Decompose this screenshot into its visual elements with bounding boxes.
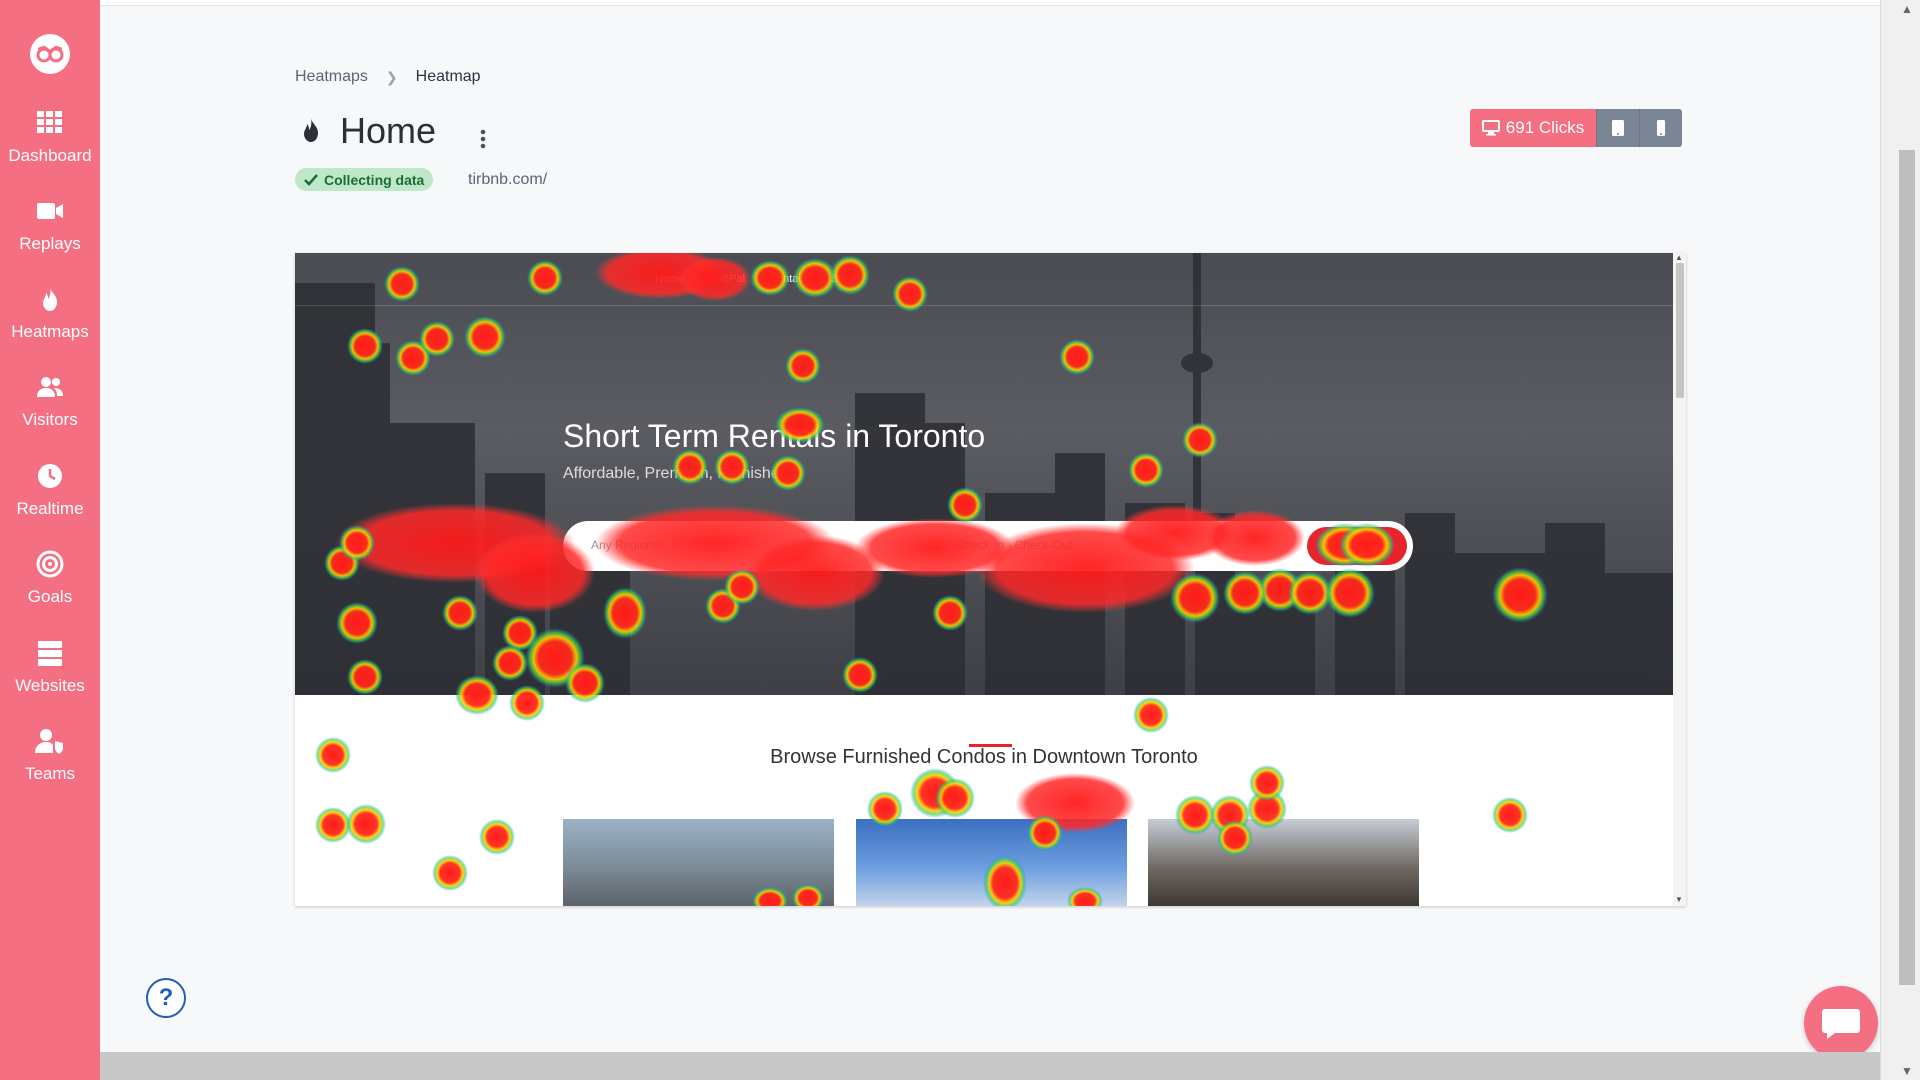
- sidebar-item-websites[interactable]: Websites: [0, 638, 100, 718]
- breadcrumb-current: Heatmap: [415, 68, 481, 85]
- tablet-icon: [1612, 120, 1624, 136]
- grid-icon: [37, 111, 62, 133]
- more-options-icon[interactable]: [476, 128, 490, 150]
- scroll-down-icon[interactable]: ▼: [1901, 1064, 1913, 1078]
- page-scrollbar-thumb[interactable]: [1899, 150, 1915, 985]
- sidebar-item-realtime[interactable]: Realtime: [0, 461, 100, 541]
- sidebar-item-replays[interactable]: Replays: [0, 196, 100, 276]
- preview-nav: Home BnBPal Contact Blog: [655, 273, 853, 285]
- preview-search-bar[interactable]: Any Regions Check-In - Check-Out Search: [563, 521, 1413, 571]
- preview-search-button[interactable]: Search: [1307, 527, 1407, 565]
- sidebar-item-label: Goals: [27, 587, 73, 606]
- logo-icon: [36, 45, 64, 63]
- sidebar-item-heatmaps[interactable]: Heatmaps: [0, 284, 100, 364]
- breadcrumb-parent-link[interactable]: Heatmaps: [295, 68, 368, 86]
- desktop-icon: [1481, 120, 1500, 136]
- page-footer-band: [100, 1052, 1880, 1080]
- flame-icon: [304, 118, 318, 142]
- mobile-button[interactable]: [1639, 109, 1682, 147]
- desktop-clicks-button[interactable]: 691 Clicks: [1470, 109, 1596, 147]
- preview-nav-item[interactable]: Contact: [769, 273, 807, 285]
- sidebar-item-teams[interactable]: Teams: [0, 726, 100, 806]
- preview-region-placeholder[interactable]: Any Regions: [591, 538, 659, 552]
- server-icon: [38, 641, 62, 666]
- device-switch: 691 Clicks: [1470, 109, 1682, 147]
- breadcrumb: Heatmaps ❯ Heatmap: [295, 68, 481, 86]
- page-header: Home: [298, 110, 436, 152]
- site-url[interactable]: tirbnb.com/: [468, 171, 547, 189]
- sidebar-item-label: Dashboard: [8, 146, 92, 165]
- preview-hero-title: Short Term Rentals in Toronto: [563, 418, 986, 454]
- preview-nav-item[interactable]: BnBPal: [708, 273, 745, 285]
- flame-icon: [43, 287, 57, 311]
- preview-section-title: Browse Furnished Condos in Downtown Toro…: [770, 746, 1198, 768]
- sidebar-item-visitors[interactable]: Visitors: [0, 372, 100, 452]
- sidebar-item-goals[interactable]: Goals: [0, 549, 100, 629]
- preview-nav-item[interactable]: Blog: [831, 273, 853, 285]
- page-scrollbar[interactable]: ▲ ▼: [1880, 0, 1920, 1080]
- chat-bubble-icon: [1822, 1009, 1860, 1039]
- page-title: Home: [340, 110, 437, 151]
- sidebar-item-label: Replays: [19, 234, 81, 253]
- preview-nav-item[interactable]: Home: [655, 273, 684, 285]
- sidebar-item-label: Heatmaps: [11, 322, 89, 341]
- city-skyline-image: [295, 253, 1673, 695]
- preview-hero-subtitle: Affordable, Premium, Furnished: [563, 465, 789, 482]
- preview-scrollbar[interactable]: ▲ ▼: [1673, 253, 1686, 906]
- target-icon: [36, 550, 64, 578]
- tablet-button[interactable]: [1596, 109, 1639, 147]
- desktop-clicks-label: 691 Clicks: [1505, 118, 1585, 137]
- team-shield-icon: [35, 729, 63, 754]
- sidebar: Dashboard Replays Heatmaps Visitors Real…: [0, 0, 100, 1080]
- condo-card-image[interactable]: [563, 819, 834, 906]
- scroll-down-icon[interactable]: ▼: [1675, 895, 1683, 904]
- check-icon: [304, 173, 318, 186]
- sidebar-item-label: Realtime: [16, 499, 84, 518]
- app-logo[interactable]: [30, 34, 70, 74]
- sidebar-item-label: Teams: [24, 764, 76, 783]
- preview-nav-divider: [295, 305, 1673, 306]
- condo-card-image[interactable]: [856, 819, 1127, 906]
- sidebar-item-label: Visitors: [22, 410, 78, 429]
- sidebar-item-label: Websites: [15, 676, 85, 695]
- help-button[interactable]: ?: [146, 978, 186, 1018]
- scroll-up-icon[interactable]: ▲: [1901, 2, 1913, 16]
- chevron-right-icon: ❯: [385, 68, 398, 85]
- video-icon: [37, 203, 63, 219]
- status-badge: Collecting data: [295, 168, 434, 191]
- clock-icon: [38, 464, 62, 488]
- chat-launcher-button[interactable]: [1804, 986, 1878, 1060]
- mobile-icon: [1657, 120, 1665, 136]
- preview-dates-placeholder[interactable]: Check-In - Check-Out: [956, 538, 1072, 552]
- status-text: Collecting data: [324, 171, 425, 188]
- scroll-up-icon[interactable]: ▲: [1675, 253, 1683, 262]
- condo-card-image[interactable]: [1148, 819, 1419, 906]
- top-bar: [100, 0, 1880, 6]
- preview-scrollbar-thumb[interactable]: [1676, 263, 1684, 398]
- preview-hero: Home BnBPal Contact Blog Short Term Rent…: [295, 253, 1673, 695]
- sidebar-item-dashboard[interactable]: Dashboard: [0, 108, 100, 188]
- users-icon: [37, 377, 63, 397]
- heatmap-preview[interactable]: Home BnBPal Contact Blog Short Term Rent…: [295, 253, 1686, 906]
